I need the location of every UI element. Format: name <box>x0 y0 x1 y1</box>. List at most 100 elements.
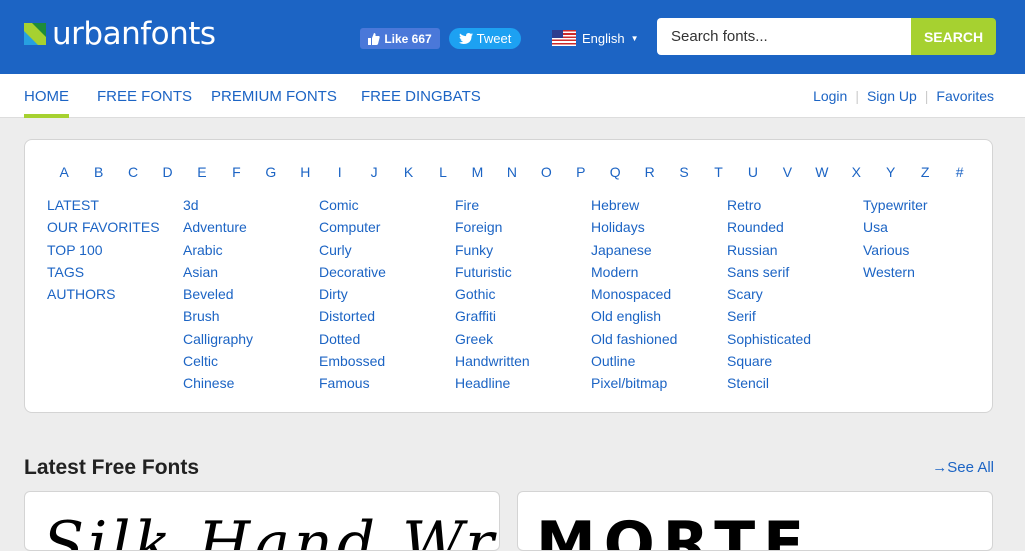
alpha-link[interactable]: Z <box>908 164 942 180</box>
font-card[interactable]: MORTE <box>517 491 993 551</box>
category-link[interactable]: Curly <box>319 239 455 261</box>
alpha-link[interactable]: Y <box>874 164 908 180</box>
category-link[interactable]: Funky <box>455 239 591 261</box>
category-link[interactable]: Graffiti <box>455 305 591 327</box>
category-link[interactable]: Outline <box>591 350 727 372</box>
category-link[interactable]: Computer <box>319 216 455 238</box>
category-column: 3d Adventure Arabic Asian Beveled Brush Callig… <box>183 194 319 395</box>
category-link[interactable]: Old english <box>591 305 727 327</box>
alpha-link[interactable]: V <box>770 164 804 180</box>
category-link[interactable]: Rounded <box>727 216 863 238</box>
alpha-link[interactable]: K <box>391 164 425 180</box>
category-link[interactable]: Square <box>727 350 863 372</box>
category-link[interactable]: TAGS <box>47 261 183 283</box>
category-link[interactable]: Various <box>863 239 999 261</box>
alpha-link[interactable]: G <box>254 164 288 180</box>
category-link[interactable]: OUR FAVORITES <box>47 216 183 238</box>
category-link[interactable]: Dirty <box>319 283 455 305</box>
category-link[interactable]: Adventure <box>183 216 319 238</box>
nav-premium-fonts[interactable]: PREMIUM FONTS <box>211 88 337 105</box>
alpha-link[interactable]: F <box>219 164 253 180</box>
category-link[interactable]: 3d <box>183 194 319 216</box>
category-link[interactable]: Sans serif <box>727 261 863 283</box>
category-link[interactable]: Holidays <box>591 216 727 238</box>
category-link[interactable]: Western <box>863 261 999 283</box>
nav-home[interactable]: HOME <box>24 88 69 105</box>
category-link[interactable]: Hebrew <box>591 194 727 216</box>
alpha-link[interactable]: D <box>150 164 184 180</box>
category-link[interactable]: Celtic <box>183 350 319 372</box>
alpha-link[interactable]: C <box>116 164 150 180</box>
category-link[interactable]: AUTHORS <box>47 283 183 305</box>
category-link[interactable]: Serif <box>727 305 863 327</box>
category-link[interactable]: Fire <box>455 194 591 216</box>
alpha-link[interactable]: E <box>185 164 219 180</box>
category-link[interactable]: Greek <box>455 328 591 350</box>
category-link[interactable]: Stencil <box>727 372 863 394</box>
category-link[interactable]: Distorted <box>319 305 455 327</box>
category-link[interactable]: Asian <box>183 261 319 283</box>
alpha-link[interactable]: N <box>495 164 529 180</box>
search-button[interactable]: SEARCH <box>911 18 996 55</box>
alpha-link[interactable]: P <box>564 164 598 180</box>
signup-link[interactable]: Sign Up <box>867 88 917 104</box>
alpha-link[interactable]: # <box>942 164 976 180</box>
category-link[interactable]: Chinese <box>183 372 319 394</box>
alpha-link[interactable]: J <box>357 164 391 180</box>
category-link[interactable]: Scary <box>727 283 863 305</box>
category-link[interactable]: Decorative <box>319 261 455 283</box>
alpha-link[interactable]: A <box>47 164 81 180</box>
category-link[interactable]: Usa <box>863 216 999 238</box>
category-link[interactable]: Comic <box>319 194 455 216</box>
category-link[interactable]: Brush <box>183 305 319 327</box>
nav-free-dingbats[interactable]: FREE DINGBATS <box>361 88 481 105</box>
alpha-link[interactable]: U <box>736 164 770 180</box>
category-link[interactable]: Beveled <box>183 283 319 305</box>
category-link[interactable]: Gothic <box>455 283 591 305</box>
category-link[interactable]: Pixel/bitmap <box>591 372 727 394</box>
category-link[interactable]: Handwritten <box>455 350 591 372</box>
alpha-link[interactable]: L <box>426 164 460 180</box>
login-link[interactable]: Login <box>813 88 847 104</box>
alpha-link[interactable]: T <box>701 164 735 180</box>
category-link[interactable]: Dotted <box>319 328 455 350</box>
font-card[interactable]: Silk Hand Written <box>24 491 500 551</box>
alpha-link[interactable]: O <box>529 164 563 180</box>
category-link[interactable]: Famous <box>319 372 455 394</box>
category-link[interactable]: Foreign <box>455 216 591 238</box>
alpha-link[interactable]: R <box>632 164 666 180</box>
category-link[interactable]: TOP 100 <box>47 239 183 261</box>
category-link[interactable]: Modern <box>591 261 727 283</box>
facebook-like-button[interactable]: Like 667 <box>360 28 440 49</box>
category-link[interactable]: Embossed <box>319 350 455 372</box>
alpha-link[interactable]: M <box>460 164 494 180</box>
alpha-link[interactable]: W <box>805 164 839 180</box>
category-link[interactable]: Arabic <box>183 239 319 261</box>
search-input[interactable] <box>657 18 911 55</box>
category-link[interactable]: Headline <box>455 372 591 394</box>
alpha-link[interactable]: S <box>667 164 701 180</box>
alpha-link[interactable]: H <box>288 164 322 180</box>
alpha-link[interactable]: B <box>81 164 115 180</box>
category-link[interactable]: Typewriter <box>863 194 999 216</box>
category-link[interactable]: Futuristic <box>455 261 591 283</box>
category-link[interactable]: Monospaced <box>591 283 727 305</box>
alpha-link[interactable]: X <box>839 164 873 180</box>
category-link[interactable]: Japanese <box>591 239 727 261</box>
category-link[interactable]: LATEST <box>47 194 183 216</box>
category-link[interactable]: Old fashioned <box>591 328 727 350</box>
see-all-link[interactable]: →See All <box>932 459 994 476</box>
category-link[interactable]: Retro <box>727 194 863 216</box>
favorites-link[interactable]: Favorites <box>936 88 994 104</box>
tweet-button[interactable]: Tweet <box>449 28 521 49</box>
logo[interactable]: urbanfonts <box>24 14 216 54</box>
nav-free-fonts[interactable]: FREE FONTS <box>97 88 192 105</box>
alpha-link[interactable]: Q <box>598 164 632 180</box>
category-link[interactable]: Calligraphy <box>183 328 319 350</box>
us-flag-icon <box>552 30 576 46</box>
category-link[interactable]: Russian <box>727 239 863 261</box>
language-selector[interactable]: English ▼ <box>552 27 639 49</box>
alpha-link[interactable]: I <box>323 164 357 180</box>
category-link[interactable]: Sophisticated <box>727 328 863 350</box>
category-columns: LATEST OUR FAVORITES TOP 100 TAGS AUTHORS 3d A… <box>47 194 999 395</box>
